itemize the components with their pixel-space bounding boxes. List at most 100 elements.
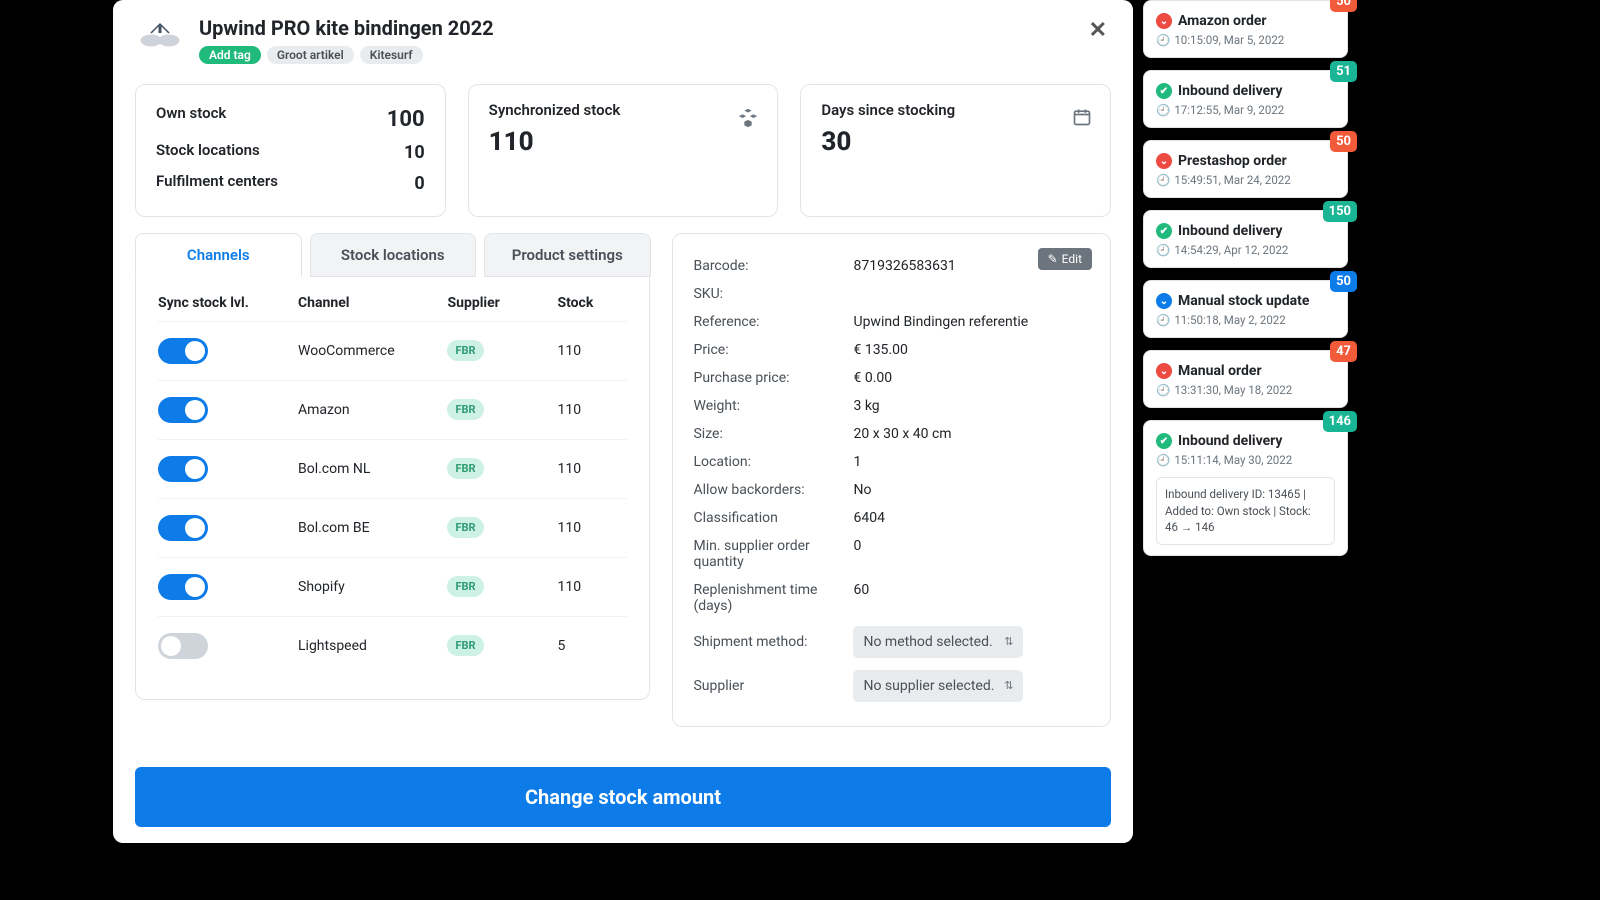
activity-badge: 150 [1323, 201, 1357, 222]
fulfilment-value: 0 [414, 169, 424, 200]
activity-card[interactable]: 51✔Inbound delivery🕘17:12:55, Mar 9, 202… [1143, 70, 1348, 128]
supplier-badge: FBR [447, 517, 483, 538]
activity-card[interactable]: 146✔Inbound delivery🕘15:11:14, May 30, 2… [1143, 420, 1348, 556]
detail-row: Reference:Upwind Bindingen referentie [693, 308, 1090, 336]
detail-value: 60 [853, 582, 1090, 614]
activity-status-icon: ⌄ [1156, 293, 1172, 309]
change-stock-button[interactable]: Change stock amount [135, 767, 1111, 827]
supplier-label: Supplier [693, 678, 853, 694]
detail-row: Size:20 x 30 x 40 cm [693, 420, 1090, 448]
activity-status-icon: ⌄ [1156, 363, 1172, 379]
detail-row: Classification6404 [693, 504, 1090, 532]
th-stock: Stock [557, 295, 627, 311]
sync-toggle[interactable] [158, 515, 208, 541]
channel-name: Bol.com BE [298, 520, 447, 536]
sync-toggle[interactable] [158, 633, 208, 659]
own-stock-value: 100 [387, 101, 425, 138]
supplier-select[interactable]: No supplier selected. ⇅ [853, 670, 1023, 702]
clock-icon: 🕘 [1156, 173, 1170, 187]
channel-row: LightspeedFBR 5 [158, 616, 627, 675]
fulfilment-label: Fulfilment centers [156, 169, 278, 200]
channel-name: Shopify [298, 579, 447, 595]
supplier-badge: FBR [447, 635, 483, 656]
sync-toggle[interactable] [158, 338, 208, 364]
activity-badge: 50 [1330, 131, 1357, 152]
product-tag[interactable]: Groot artikel [267, 46, 354, 64]
product-tag[interactable]: Kitesurf [360, 46, 423, 64]
detail-label: Barcode: [693, 258, 853, 274]
supplier-badge: FBR [447, 576, 483, 597]
channel-name: WooCommerce [298, 343, 447, 359]
shipment-method-select[interactable]: No method selected. ⇅ [853, 626, 1023, 658]
edit-button[interactable]: ✎Edit [1038, 248, 1092, 270]
tab-product-settings[interactable]: Product settings [484, 233, 651, 277]
activity-timestamp: 🕘13:31:30, May 18, 2022 [1156, 383, 1335, 397]
detail-row: Price:€ 135.00 [693, 336, 1090, 364]
clock-icon: 🕘 [1156, 313, 1170, 327]
activity-title: Inbound delivery [1178, 433, 1282, 449]
activity-status-icon: ⌄ [1156, 13, 1172, 29]
activity-title: Inbound delivery [1178, 83, 1282, 99]
activity-card[interactable]: 150✔Inbound delivery🕘14:54:29, Apr 12, 2… [1143, 210, 1348, 268]
sync-stock-card: Synchronized stock 110 [468, 84, 779, 217]
detail-row: Replenishment time (days)60 [693, 576, 1090, 620]
activity-title: Manual order [1178, 363, 1262, 379]
channel-stock: 110 [557, 520, 627, 536]
own-stock-card: Own stock 100 Stock locations 10 Fulfilm… [135, 84, 446, 217]
activity-timestamp: 🕘14:54:29, Apr 12, 2022 [1156, 243, 1335, 257]
channel-stock: 5 [557, 638, 627, 654]
add-tag-button[interactable]: Add tag [199, 46, 261, 64]
clock-icon: 🕘 [1156, 243, 1170, 257]
days-stocking-value: 30 [821, 127, 1090, 157]
activity-badge: 51 [1330, 61, 1357, 82]
detail-value: 20 x 30 x 40 cm [853, 426, 1090, 442]
activity-badge: 146 [1323, 411, 1357, 432]
detail-value: 0 [853, 538, 1090, 570]
detail-label: Classification [693, 510, 853, 526]
detail-value: € 0.00 [853, 370, 1090, 386]
tab-channels[interactable]: Channels [135, 233, 302, 277]
activity-timestamp: 🕘15:11:14, May 30, 2022 [1156, 453, 1335, 467]
detail-row: Location:1 [693, 448, 1090, 476]
supplier-badge: FBR [447, 458, 483, 479]
sync-toggle[interactable] [158, 574, 208, 600]
channel-name: Bol.com NL [298, 461, 447, 477]
detail-row: Barcode:8719326583631 [693, 252, 1090, 280]
close-icon[interactable]: ✕ [1085, 16, 1111, 46]
activity-badge: 50 [1330, 271, 1357, 292]
days-stocking-card: Days since stocking 30 [800, 84, 1111, 217]
channel-name: Lightspeed [298, 638, 447, 654]
clock-icon: 🕘 [1156, 453, 1170, 467]
detail-label: Allow backorders: [693, 482, 853, 498]
sync-toggle[interactable] [158, 397, 208, 423]
detail-row: SKU: [693, 280, 1090, 308]
sync-stock-label: Synchronized stock [489, 101, 758, 119]
channel-stock: 110 [557, 579, 627, 595]
detail-value: 3 kg [853, 398, 1090, 414]
sync-toggle[interactable] [158, 456, 208, 482]
th-sync: Sync stock lvl. [158, 295, 298, 311]
detail-row: Weight:3 kg [693, 392, 1090, 420]
pencil-icon: ✎ [1048, 252, 1058, 266]
channel-stock: 110 [557, 343, 627, 359]
channel-row: ShopifyFBR 110 [158, 557, 627, 616]
detail-label: Purchase price: [693, 370, 853, 386]
activity-card[interactable]: 50⌄Prestashop order🕘15:49:51, Mar 24, 20… [1143, 140, 1348, 198]
activity-card[interactable]: 47⌄Manual order🕘13:31:30, May 18, 2022 [1143, 350, 1348, 408]
chevron-updown-icon: ⇅ [1004, 635, 1013, 648]
clock-icon: 🕘 [1156, 33, 1170, 47]
channel-row: AmazonFBR110 [158, 380, 627, 439]
tab-stock-locations[interactable]: Stock locations [310, 233, 477, 277]
chevron-updown-icon: ⇅ [1004, 679, 1013, 692]
activity-card[interactable]: 50⌄Amazon order🕘10:15:09, Mar 5, 2022 [1143, 0, 1348, 58]
activity-card[interactable]: 50⌄Manual stock update🕘11:50:18, May 2, … [1143, 280, 1348, 338]
activity-title: Prestashop order [1178, 153, 1287, 169]
tag-row: Add tag Groot artikel Kitesurf [199, 46, 1085, 64]
detail-row: Allow backorders:No [693, 476, 1090, 504]
activity-title: Inbound delivery [1178, 223, 1282, 239]
cubes-icon [737, 107, 759, 134]
detail-value: No [853, 482, 1090, 498]
product-title: Upwind PRO kite bindingen 2022 [199, 16, 1085, 40]
own-stock-label: Own stock [156, 101, 226, 138]
detail-label: SKU: [693, 286, 853, 302]
